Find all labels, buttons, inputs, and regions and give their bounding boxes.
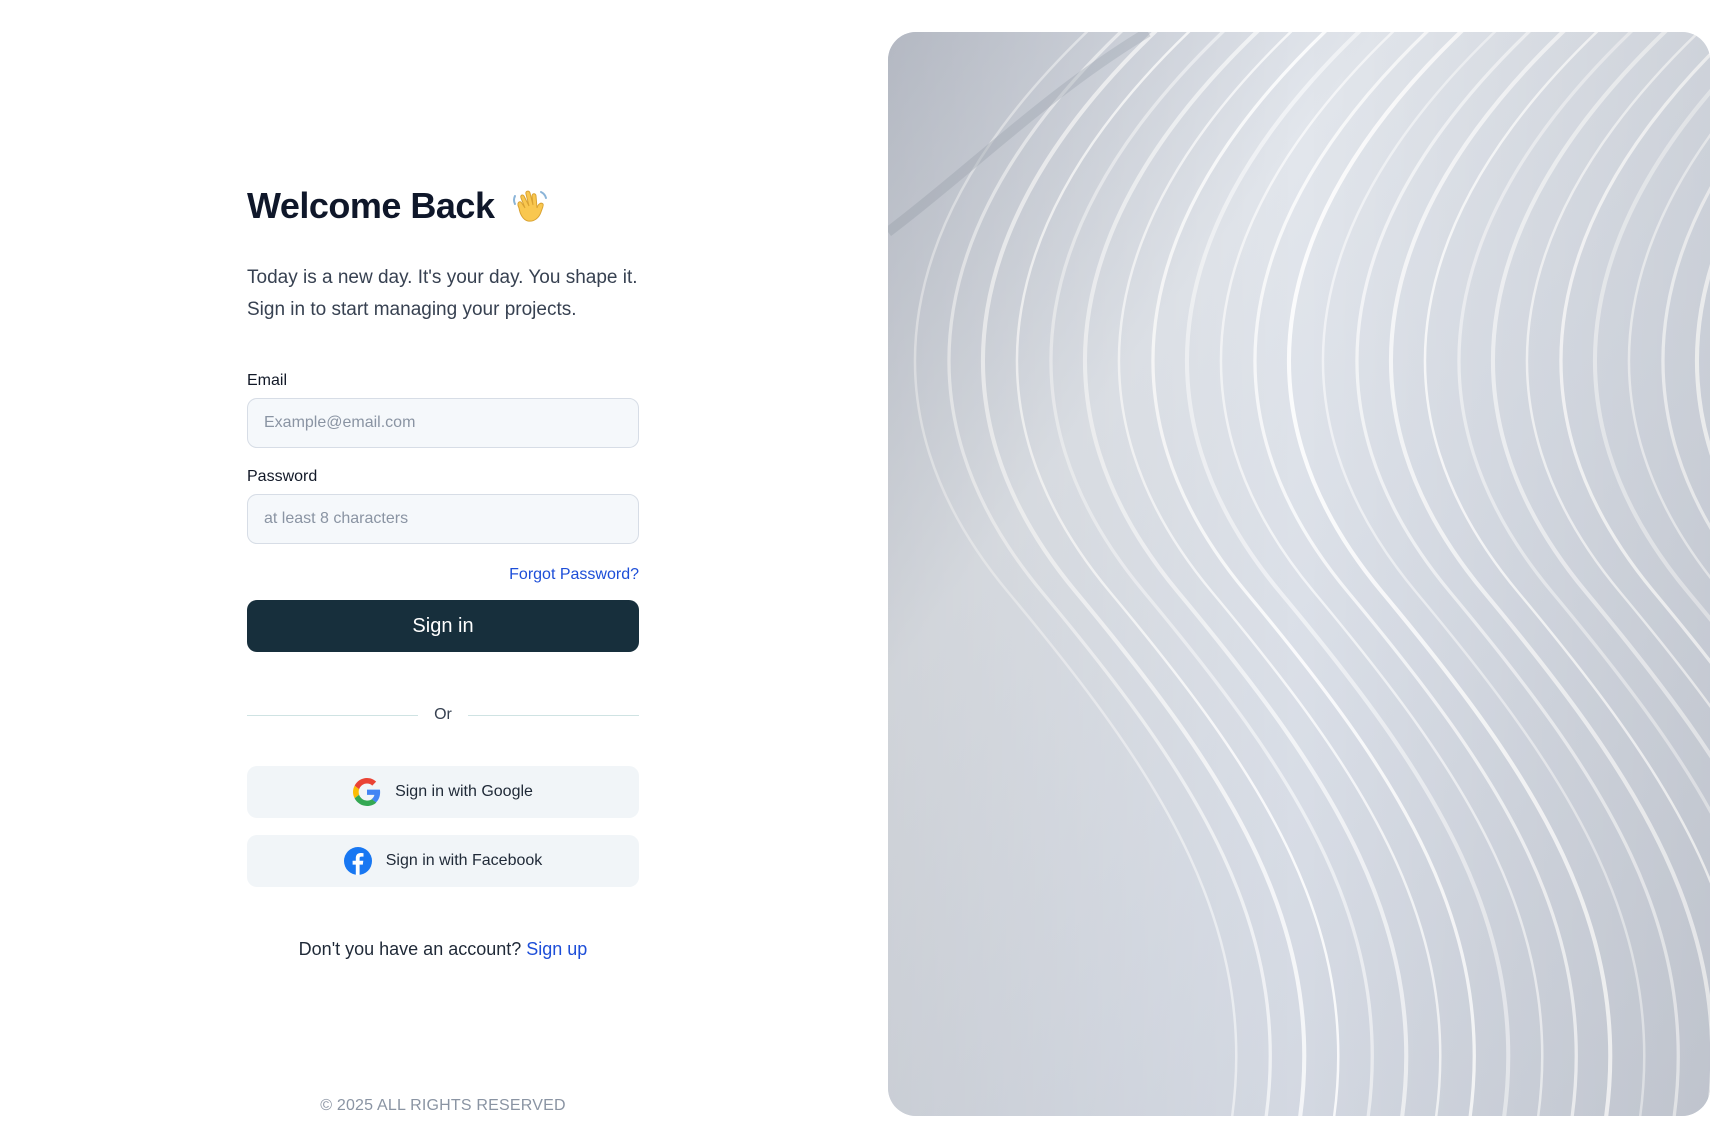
abstract-waves-graphic <box>888 32 1710 1116</box>
waving-hand-icon <box>510 186 550 226</box>
password-label: Password <box>247 468 318 485</box>
password-group: Password <box>247 468 639 544</box>
facebook-sign-in-label: Sign in with Facebook <box>385 852 543 869</box>
hero-image <box>888 32 1710 1116</box>
sign-up-link[interactable]: Sign up <box>526 939 587 959</box>
password-field[interactable] <box>247 494 639 544</box>
signup-prompt: Don't you have an account? <box>298 939 527 959</box>
forgot-password-link[interactable]: Forgot Password? <box>509 566 639 583</box>
subtitle-line-1: Today is a new day. It's your day. You s… <box>247 267 638 288</box>
facebook-sign-in-button[interactable]: Sign in with Facebook <box>247 835 639 887</box>
or-divider: Or <box>247 704 639 726</box>
forgot-row: Forgot Password? <box>247 566 639 584</box>
google-sign-in-label: Sign in with Google <box>395 783 533 800</box>
email-label: Email <box>247 372 288 389</box>
title-row: Welcome Back <box>247 170 639 242</box>
email-field[interactable] <box>247 398 639 448</box>
sign-in-button[interactable]: Sign in <box>247 600 639 652</box>
welcome-subtitle: Today is a new day. It's your day. You s… <box>247 262 639 326</box>
copyright-footer: © 2025 ALL RIGHTS RESERVED <box>320 1097 566 1114</box>
google-sign-in-button[interactable]: Sign in with Google <box>247 766 639 818</box>
divider-line-right <box>467 714 639 716</box>
facebook-icon <box>343 847 372 875</box>
subtitle-line-2: Sign in to start managing your projects. <box>247 299 577 320</box>
login-form: Welcome Back Today is a new day. It's yo… <box>247 170 639 960</box>
divider-text: Or <box>434 706 452 723</box>
login-page: Welcome Back Today is a new day. It's yo… <box>0 0 1728 1140</box>
google-icon <box>353 778 381 806</box>
divider-line-left <box>247 714 419 716</box>
signup-row: Don't you have an account? Sign up <box>247 939 639 960</box>
email-group: Email <box>247 372 639 448</box>
page-title: Welcome Back <box>247 185 495 226</box>
